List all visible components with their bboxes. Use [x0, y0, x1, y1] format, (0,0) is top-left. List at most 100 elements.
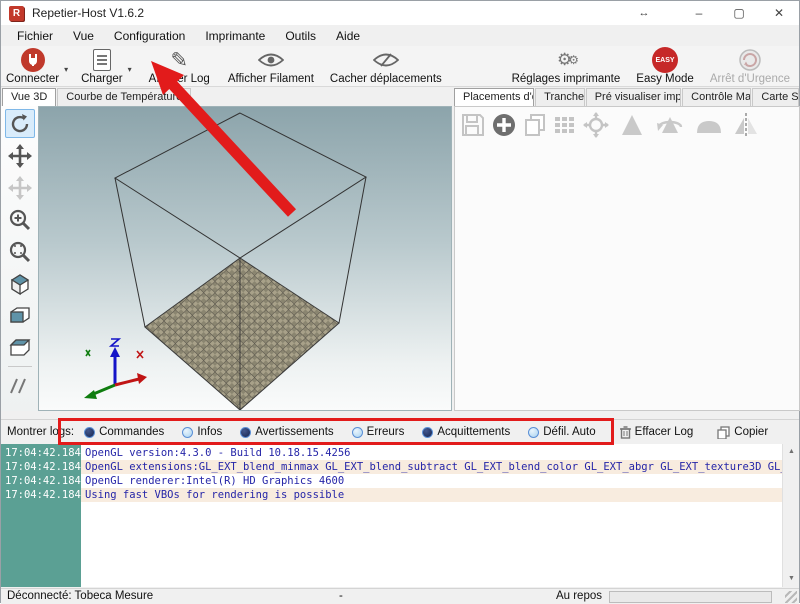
resize-grip-icon[interactable]: [785, 591, 797, 603]
easy-mode-button[interactable]: EASY Easy Mode: [631, 46, 699, 86]
load-button[interactable]: Charger: [76, 46, 128, 86]
emergency-stop-button: Arrêt d'Urgence: [705, 46, 795, 86]
menu-bar: Fichier Vue Configuration Imprimante Out…: [1, 25, 799, 46]
led-icon: [240, 427, 251, 438]
fit-view-button[interactable]: [5, 237, 35, 266]
scroll-down-icon[interactable]: ▼: [783, 571, 799, 587]
parallel-projection-button[interactable]: [5, 371, 35, 400]
add-object-icon[interactable]: [491, 112, 517, 138]
trash-icon: [620, 426, 631, 439]
menu-configuration[interactable]: Configuration: [104, 27, 195, 45]
log-filter-bar: Montrer logs: Commandes Infos Avertissem…: [1, 419, 799, 444]
left-tabstrip: Vue 3D Courbe de Température: [2, 88, 452, 106]
toggle-infos[interactable]: Infos: [182, 426, 222, 438]
tab-carte-sd[interactable]: Carte SD: [752, 88, 799, 106]
title-bar: R Repetier-Host V1.6.2 ↔ – ▢ ✕: [1, 1, 799, 25]
led-icon: [352, 427, 363, 438]
status-center: -: [339, 590, 343, 602]
horizontal-splitter[interactable]: [1, 411, 799, 419]
object-placement-panel: [454, 106, 800, 411]
view-toolstrip: [1, 106, 38, 411]
app-window: R Repetier-Host V1.6.2 ↔ – ▢ ✕ Fichier V…: [0, 0, 800, 603]
arrange-grid-icon[interactable]: [553, 113, 577, 137]
connection-status: Déconnecté: Tobeca Mesure: [7, 590, 153, 602]
toggle-acquittements[interactable]: Acquittements: [422, 426, 510, 438]
easy-badge-icon: EASY: [652, 47, 678, 73]
log-row: 17:04:42.184 OpenGL version:4.3.0 - Buil…: [1, 446, 784, 460]
log-filter-label: Montrer logs:: [7, 426, 74, 438]
led-icon: [84, 427, 95, 438]
close-button[interactable]: ✕: [759, 1, 799, 25]
window-title: Repetier-Host V1.6.2: [32, 6, 144, 20]
scroll-up-icon[interactable]: ▲: [783, 444, 799, 460]
tab-courbe-temperature[interactable]: Courbe de Température: [57, 88, 191, 106]
gears-icon: ⚙⚙: [557, 48, 575, 72]
clear-log-button[interactable]: Effacer Log: [620, 426, 694, 439]
document-icon: [93, 49, 111, 71]
log-row: 17:04:42.184 OpenGL extensions:GL_EXT_bl…: [1, 460, 784, 474]
log-row: 17:04:42.184 Using fast VBOs for renderi…: [1, 488, 784, 502]
right-tabstrip: Placements d'objets Trancheur Pré visual…: [454, 88, 800, 106]
drop-object-icon[interactable]: [695, 113, 723, 137]
copy-log-button[interactable]: Copier: [717, 426, 768, 439]
status-bar: Déconnecté: Tobeca Mesure - Au repos: [1, 588, 799, 604]
main-toolbar: Connecter ▾ Charger ▾ ✎ Afficher Log Aff…: [1, 46, 799, 87]
tab-trancheur[interactable]: Trancheur: [535, 88, 585, 106]
tab-controle-manuel[interactable]: Contrôle Manuel: [682, 88, 751, 106]
led-icon: [182, 427, 193, 438]
eye-icon: [258, 48, 284, 72]
front-view-button[interactable]: [5, 301, 35, 330]
save-icon[interactable]: [461, 113, 485, 137]
minimize-button[interactable]: –: [679, 1, 719, 25]
connect-dropdown-icon[interactable]: ▾: [64, 65, 68, 74]
connect-button[interactable]: Connecter: [1, 46, 64, 86]
plug-icon: [21, 48, 45, 72]
center-object-icon[interactable]: [583, 112, 609, 138]
zoom-in-button[interactable]: [5, 205, 35, 234]
rotate-object-icon[interactable]: [655, 113, 685, 137]
viewport-3d[interactable]: [38, 106, 452, 411]
tab-vue-3d[interactable]: Vue 3D: [2, 88, 56, 106]
log-row: 17:04:42.184 OpenGL renderer:Intel(R) HD…: [1, 474, 784, 488]
menu-fichier[interactable]: Fichier: [7, 27, 63, 45]
hide-travel-button[interactable]: Cacher déplacements: [325, 46, 447, 86]
menu-aide[interactable]: Aide: [326, 27, 370, 45]
load-dropdown-icon[interactable]: ▾: [128, 65, 132, 74]
emergency-icon: [738, 48, 762, 72]
log-output[interactable]: 17:04:42.184 OpenGL version:4.3.0 - Buil…: [1, 444, 799, 587]
log-vertical-scrollbar[interactable]: ▲ ▼: [782, 444, 799, 587]
axis-gizmo: [84, 339, 147, 399]
rotate-view-button[interactable]: [5, 109, 35, 138]
led-icon: [528, 427, 539, 438]
copy-object-icon[interactable]: [523, 113, 547, 137]
toggle-avertissements[interactable]: Avertissements: [240, 426, 333, 438]
printer-state: Au repos: [556, 590, 602, 602]
maximize-button[interactable]: ▢: [719, 1, 759, 25]
app-logo-icon: R: [9, 6, 24, 21]
scale-object-icon[interactable]: [621, 113, 643, 137]
isometric-view-button[interactable]: [5, 269, 35, 298]
toggle-defil-auto[interactable]: Défil. Auto: [528, 426, 595, 438]
copy-icon: [717, 426, 730, 439]
tab-pre-visualiser[interactable]: Pré visualiser impression: [586, 88, 681, 106]
tab-placements-objets[interactable]: Placements d'objets: [454, 88, 534, 106]
show-filament-button[interactable]: Afficher Filament: [223, 46, 319, 86]
progress-bar: [609, 591, 772, 603]
led-icon: [422, 427, 433, 438]
top-view-button[interactable]: [5, 333, 35, 362]
toggle-commandes[interactable]: Commandes: [84, 426, 164, 438]
toolstrip-divider: [8, 366, 32, 367]
eye-slash-icon: [373, 48, 399, 72]
menu-imprimante[interactable]: Imprimante: [195, 27, 275, 45]
menu-vue[interactable]: Vue: [63, 27, 104, 45]
menu-outils[interactable]: Outils: [275, 27, 326, 45]
mirror-object-icon[interactable]: [733, 112, 759, 138]
printer-settings-button[interactable]: ⚙⚙ Réglages imprimante: [507, 46, 626, 86]
toggle-log-button[interactable]: ✎ Afficher Log: [144, 46, 215, 86]
move-object-button: [5, 173, 35, 202]
move-view-button[interactable]: [5, 141, 35, 170]
pencil-icon: ✎: [170, 48, 188, 72]
pen-input-icon[interactable]: ↔: [627, 1, 661, 25]
view3d-pane: [1, 106, 452, 411]
toggle-erreurs[interactable]: Erreurs: [352, 426, 405, 438]
